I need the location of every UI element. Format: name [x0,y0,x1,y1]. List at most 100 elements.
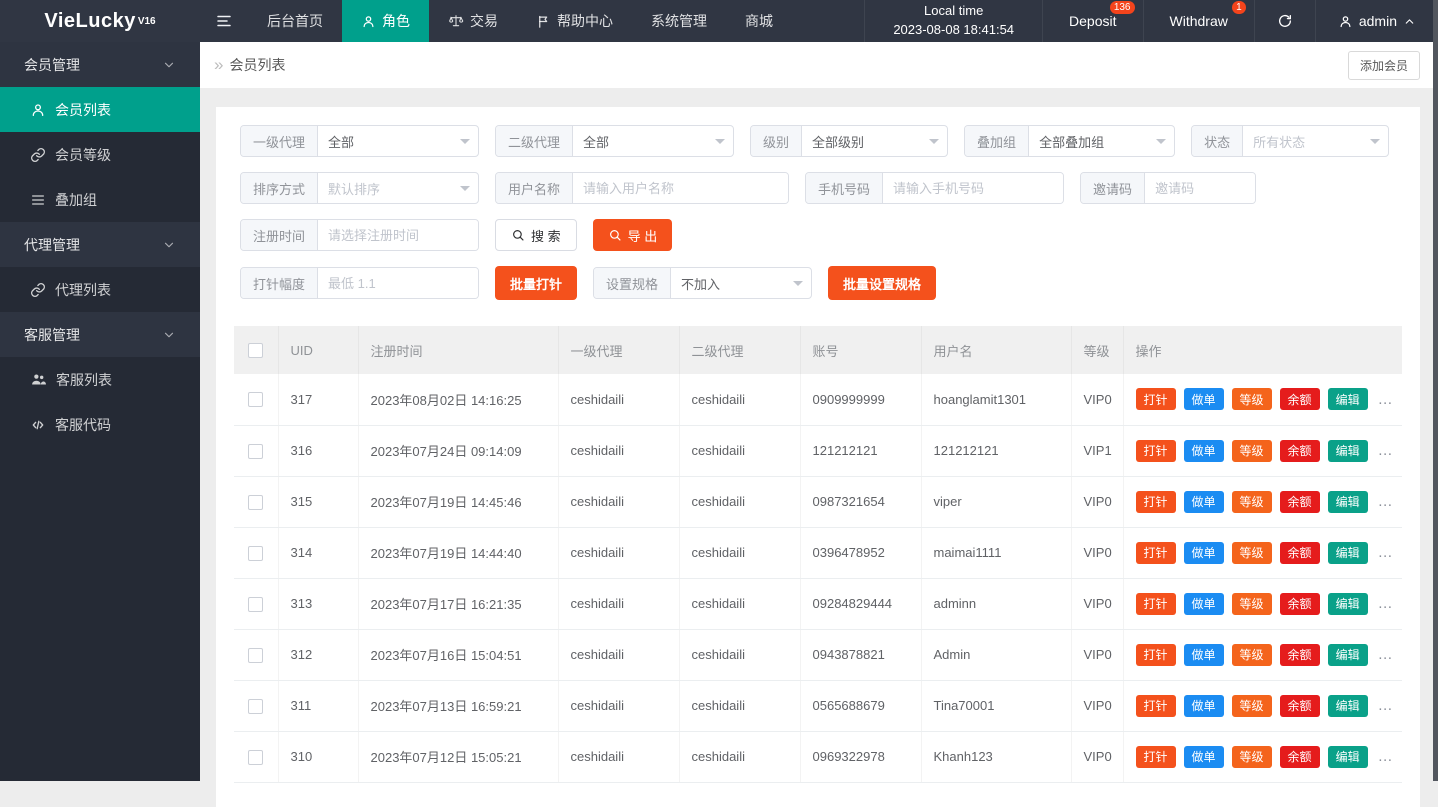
row-checkbox[interactable] [248,444,263,459]
row-checkbox[interactable] [248,750,263,765]
batch-spec-button[interactable]: 批量设置规格 [828,266,936,300]
action-edit-button[interactable]: 编辑 [1328,542,1368,564]
phone-input[interactable] [883,173,1063,203]
action-level-button[interactable]: 等级 [1232,593,1272,615]
nav-item-help[interactable]: 帮助中心 [517,0,632,42]
register-time-input[interactable] [318,220,478,250]
action-order-button[interactable]: 做单 [1184,491,1224,513]
action-level-button[interactable]: 等级 [1232,695,1272,717]
action-order-button[interactable]: 做单 [1184,593,1224,615]
action-edit-button[interactable]: 编辑 [1328,440,1368,462]
row-checkbox[interactable] [248,546,263,561]
action-inject-button[interactable]: 打针 [1136,746,1176,768]
inject-range-input[interactable] [318,268,478,298]
sidebar-item-member-level[interactable]: 会员等级 [0,132,200,177]
sidebar-item-support-list[interactable]: 客服列表 [0,357,200,402]
user-menu[interactable]: admin [1315,0,1438,42]
action-balance-button[interactable]: 余额 [1280,746,1320,768]
add-member-button[interactable]: 添加会员 [1348,51,1420,80]
action-edit-button[interactable]: 编辑 [1328,644,1368,666]
action-edit-button[interactable]: 编辑 [1328,695,1368,717]
more-actions-button[interactable]: … [1378,442,1395,459]
action-inject-button[interactable]: 打针 [1136,542,1176,564]
member-table: UID 注册时间 一级代理 二级代理 账号 用户名 等级 操作 317 2023… [234,326,1403,783]
nav-item-mall[interactable]: 商城 [726,0,792,42]
row-checkbox[interactable] [248,495,263,510]
action-order-button[interactable]: 做单 [1184,695,1224,717]
action-inject-button[interactable]: 打针 [1136,644,1176,666]
action-inject-button[interactable]: 打针 [1136,491,1176,513]
more-actions-button[interactable]: … [1378,697,1395,714]
sidebar-item-overlay-group[interactable]: 叠加组 [0,177,200,222]
action-edit-button[interactable]: 编辑 [1328,593,1368,615]
action-balance-button[interactable]: 余额 [1280,491,1320,513]
action-balance-button[interactable]: 余额 [1280,440,1320,462]
row-checkbox-cell [234,476,278,527]
agent1-select[interactable]: 全部 [318,126,478,156]
status-select[interactable]: 所有状态 [1243,126,1388,156]
username-input[interactable] [573,173,788,203]
more-actions-button[interactable]: … [1378,646,1395,663]
more-actions-button[interactable]: … [1378,544,1395,561]
row-checkbox[interactable] [248,392,263,407]
nav-item-trade[interactable]: 交易 [429,0,517,42]
action-balance-button[interactable]: 余额 [1280,388,1320,410]
search-button[interactable]: 搜 索 [495,219,577,251]
action-level-button[interactable]: 等级 [1232,440,1272,462]
sidebar-group-support[interactable]: 客服管理 [0,312,200,357]
more-actions-button[interactable]: … [1378,391,1395,408]
sidebar-item-member-list[interactable]: 会员列表 [0,87,200,132]
withdraw-button[interactable]: Withdraw 1 [1143,0,1254,42]
action-order-button[interactable]: 做单 [1184,746,1224,768]
sort-select[interactable]: 默认排序 [318,173,478,203]
action-balance-button[interactable]: 余额 [1280,542,1320,564]
sidebar-item-support-code[interactable]: 客服代码 [0,402,200,447]
deposit-button[interactable]: Deposit 136 [1042,0,1142,42]
agent2-select[interactable]: 全部 [573,126,733,156]
action-edit-button[interactable]: 编辑 [1328,491,1368,513]
action-order-button[interactable]: 做单 [1184,542,1224,564]
action-order-button[interactable]: 做单 [1184,440,1224,462]
action-edit-button[interactable]: 编辑 [1328,746,1368,768]
row-checkbox[interactable] [248,597,263,612]
action-inject-button[interactable]: 打针 [1136,593,1176,615]
action-level-button[interactable]: 等级 [1232,746,1272,768]
more-actions-button[interactable]: … [1378,748,1395,765]
filter-agent1: 一级代理 全部 [240,125,479,157]
action-inject-button[interactable]: 打针 [1136,388,1176,410]
action-order-button[interactable]: 做单 [1184,644,1224,666]
action-level-button[interactable]: 等级 [1232,644,1272,666]
sidebar-group-agent[interactable]: 代理管理 [0,222,200,267]
action-level-button[interactable]: 等级 [1232,388,1272,410]
level-select[interactable]: 全部级别 [802,126,947,156]
batch-inject-button[interactable]: 批量打针 [495,266,577,300]
nav-item-system[interactable]: 系统管理 [632,0,726,42]
more-actions-button[interactable]: … [1378,493,1395,510]
action-inject-button[interactable]: 打针 [1136,695,1176,717]
nav-item-role[interactable]: 角色 [342,0,429,42]
action-level-button[interactable]: 等级 [1232,491,1272,513]
action-edit-button[interactable]: 编辑 [1328,388,1368,410]
action-balance-button[interactable]: 余额 [1280,593,1320,615]
row-checkbox[interactable] [248,699,263,714]
sidebar-toggle-icon[interactable] [200,0,248,42]
action-order-button[interactable]: 做单 [1184,388,1224,410]
select-all-checkbox[interactable] [248,343,263,358]
cell-agent1: ceshidaili [558,425,679,476]
invite-code-input[interactable] [1145,173,1255,203]
cell-agent2: ceshidaili [679,527,800,578]
sidebar-group-member[interactable]: 会员管理 [0,42,200,87]
nav-item-home[interactable]: 后台首页 [248,0,342,42]
row-checkbox[interactable] [248,648,263,663]
action-inject-button[interactable]: 打针 [1136,440,1176,462]
action-level-button[interactable]: 等级 [1232,542,1272,564]
spec-select[interactable]: 不加入 [671,268,811,298]
overlay-group-select[interactable]: 全部叠加组 [1029,126,1174,156]
action-balance-button[interactable]: 余额 [1280,644,1320,666]
sidebar-item-agent-list[interactable]: 代理列表 [0,267,200,312]
export-button[interactable]: 导 出 [593,219,673,251]
more-actions-button[interactable]: … [1378,595,1395,612]
refresh-button[interactable] [1254,0,1315,42]
vertical-scrollbar[interactable] [1433,0,1438,781]
action-balance-button[interactable]: 余额 [1280,695,1320,717]
